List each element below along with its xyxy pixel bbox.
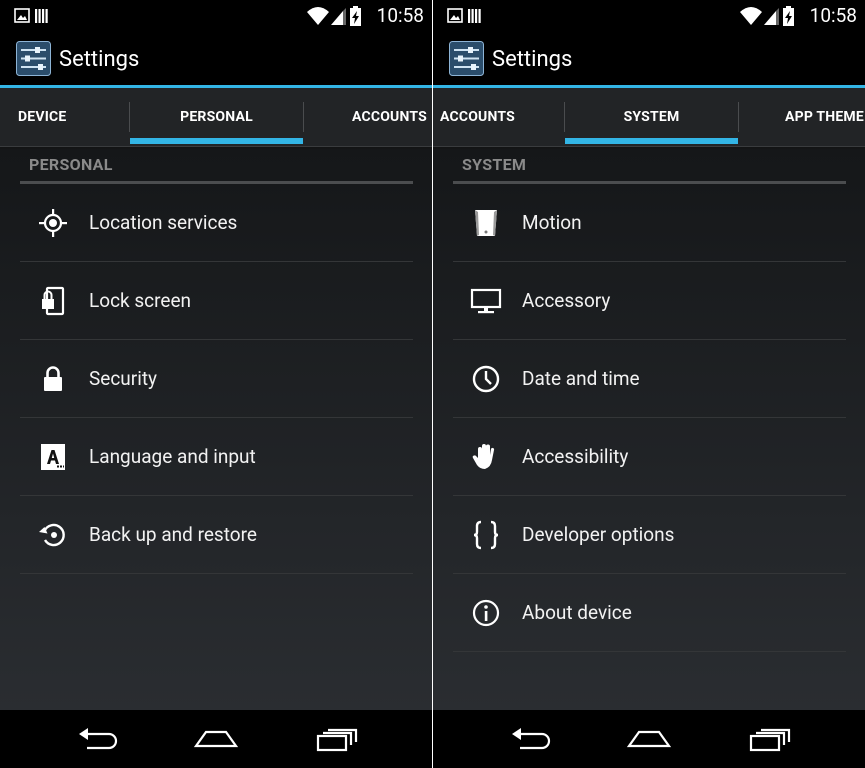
backup-restore-icon bbox=[39, 523, 65, 547]
list-item-label: Accessory bbox=[522, 289, 611, 312]
location-icon bbox=[39, 209, 67, 237]
right-screen: 10:58 Settings ACCOUNTS SYSTEM APP THEME… bbox=[433, 0, 865, 768]
action-bar: Settings bbox=[433, 31, 865, 85]
status-bar: 10:58 bbox=[433, 0, 865, 31]
lock-screen-icon bbox=[42, 286, 65, 316]
list-item-label: Back up and restore bbox=[89, 523, 257, 546]
list-item-about-device[interactable]: About device bbox=[453, 574, 846, 652]
padlock-icon bbox=[44, 366, 62, 391]
back-icon[interactable] bbox=[73, 724, 121, 756]
tab-accounts[interactable]: ACCOUNTS bbox=[352, 88, 427, 146]
status-bar: 10:58 bbox=[0, 0, 432, 31]
battery-icon bbox=[350, 6, 361, 26]
list-item-accessibility[interactable]: Accessibility bbox=[453, 418, 846, 496]
left-screen: 10:58 Settings DEVICE PERSONAL ACCOUNTS … bbox=[0, 0, 432, 768]
tab-app-theme[interactable]: APP THEME bbox=[785, 88, 864, 146]
tab-divider bbox=[738, 102, 739, 132]
list-item-language-and-input[interactable]: Language and input bbox=[20, 418, 413, 496]
tab-accounts[interactable]: ACCOUNTS bbox=[440, 88, 515, 146]
list-item-label: Location services bbox=[89, 211, 238, 234]
tab-device[interactable]: DEVICE bbox=[18, 88, 66, 146]
list-item-back-up-and-restore[interactable]: Back up and restore bbox=[20, 496, 413, 574]
list-item-motion[interactable]: Motion bbox=[453, 184, 846, 262]
list-item-label: Language and input bbox=[89, 445, 256, 468]
notification-icons bbox=[447, 8, 481, 23]
list-item-label: Lock screen bbox=[89, 289, 192, 312]
status-icons: 10:58 bbox=[739, 4, 857, 28]
section-header: SYSTEM bbox=[462, 155, 527, 174]
battery-icon bbox=[783, 6, 794, 26]
wifi-icon bbox=[307, 7, 329, 25]
list-item-date-and-time[interactable]: Date and time bbox=[453, 340, 846, 418]
status-icons: 10:58 bbox=[306, 4, 424, 28]
settings-list: Location services Lock screen Security L… bbox=[20, 184, 413, 574]
list-item-developer-options[interactable]: Developer options bbox=[453, 496, 846, 574]
settings-app-icon[interactable] bbox=[449, 41, 484, 76]
tab-indicator bbox=[565, 138, 738, 144]
list-item-security[interactable]: Security bbox=[20, 340, 413, 418]
clock: 10:58 bbox=[376, 4, 424, 27]
signal-icon bbox=[764, 8, 779, 25]
settings-list: Motion Accessory Date and time Accessibi… bbox=[453, 184, 846, 652]
recent-apps-icon[interactable] bbox=[312, 724, 360, 756]
clock: 10:58 bbox=[809, 4, 857, 27]
navigation-bar bbox=[433, 710, 865, 768]
tab-bar: DEVICE PERSONAL ACCOUNTS bbox=[0, 88, 432, 147]
tab-indicator bbox=[130, 138, 303, 144]
clock-icon bbox=[472, 365, 500, 393]
home-icon[interactable] bbox=[625, 724, 673, 756]
list-item-label: About device bbox=[522, 601, 632, 624]
wifi-icon bbox=[740, 7, 762, 25]
list-item-accessory[interactable]: Accessory bbox=[453, 262, 846, 340]
section-header: PERSONAL bbox=[29, 155, 113, 174]
storage-notification-icon bbox=[35, 9, 48, 23]
signal-icon bbox=[331, 8, 346, 25]
braces-icon bbox=[473, 520, 499, 550]
action-bar: Settings bbox=[0, 31, 432, 85]
storage-notification-icon bbox=[468, 9, 481, 23]
home-icon[interactable] bbox=[192, 724, 240, 756]
list-item-lock-screen[interactable]: Lock screen bbox=[20, 262, 413, 340]
app-title: Settings bbox=[59, 47, 140, 72]
back-icon[interactable] bbox=[506, 724, 554, 756]
monitor-icon bbox=[470, 288, 502, 314]
app-title: Settings bbox=[492, 47, 573, 72]
language-icon bbox=[41, 444, 65, 470]
list-item-label: Motion bbox=[522, 211, 582, 234]
recent-apps-icon[interactable] bbox=[745, 724, 793, 756]
picture-notification-icon bbox=[14, 8, 30, 23]
list-item-label: Security bbox=[89, 367, 158, 390]
notification-icons bbox=[14, 8, 48, 23]
list-item-label: Accessibility bbox=[522, 445, 629, 468]
tab-divider bbox=[303, 102, 304, 132]
motion-icon bbox=[475, 210, 497, 236]
list-item-label: Date and time bbox=[522, 367, 640, 390]
list-item-label: Developer options bbox=[522, 523, 675, 546]
navigation-bar bbox=[0, 710, 432, 768]
settings-app-icon[interactable] bbox=[16, 41, 51, 76]
info-icon bbox=[472, 599, 500, 627]
hand-icon bbox=[472, 444, 495, 469]
picture-notification-icon bbox=[447, 8, 463, 23]
list-item-location-services[interactable]: Location services bbox=[20, 184, 413, 262]
tab-bar: ACCOUNTS SYSTEM APP THEME bbox=[433, 88, 865, 147]
